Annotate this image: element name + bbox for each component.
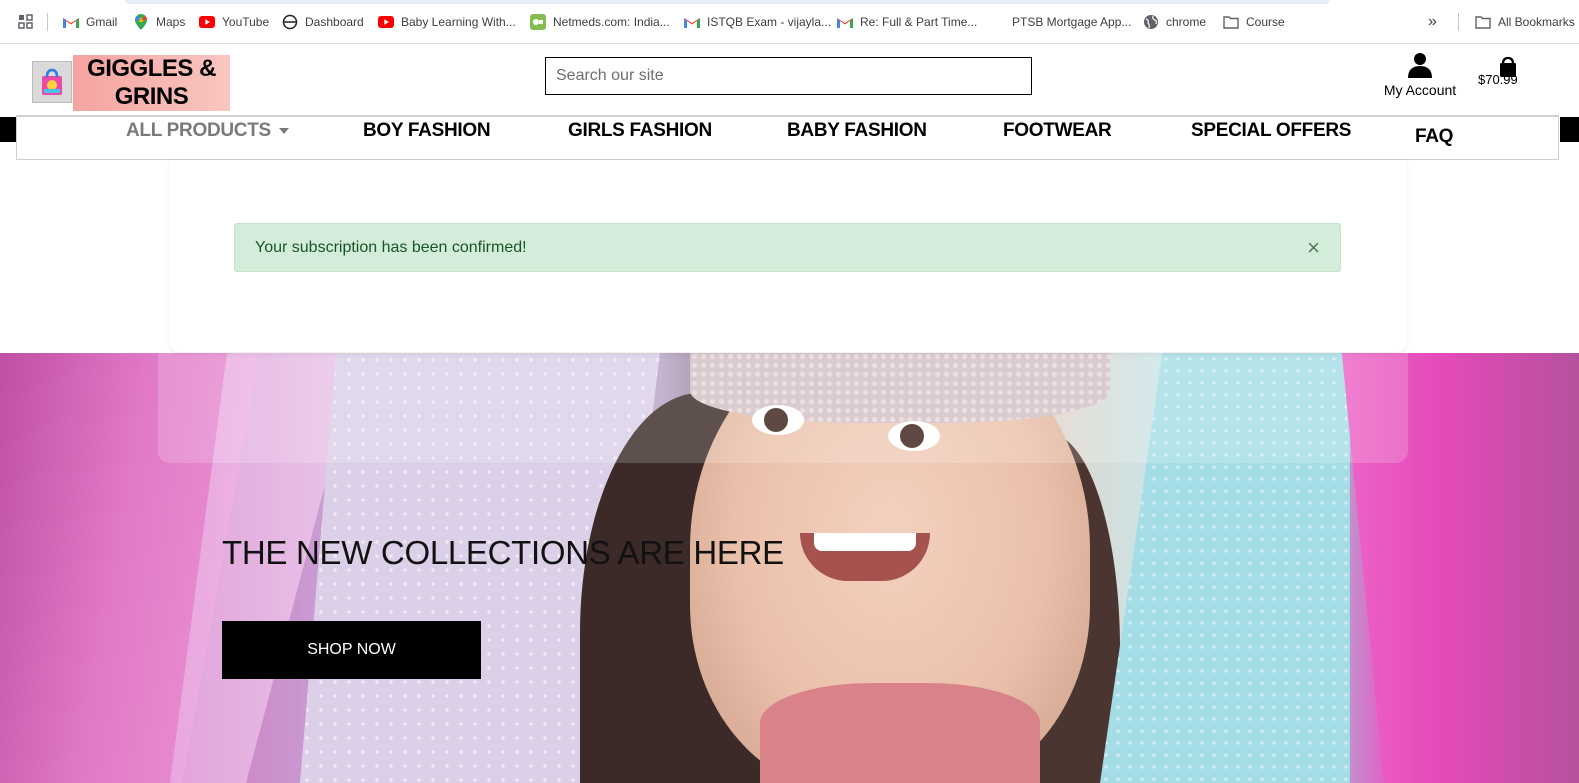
nav-boy-fashion[interactable]: BOY FASHION	[363, 120, 491, 142]
bookmarks-overflow-button[interactable]: »	[1428, 13, 1437, 31]
alert-message: Your subscription has been confirmed!	[255, 239, 527, 256]
bookmarks-separator	[47, 13, 48, 31]
bookmark-label: Gmail	[86, 15, 118, 29]
nav-faq[interactable]: FAQ	[1415, 126, 1453, 148]
bookmark-label: Netmeds.com: India...	[553, 15, 670, 29]
bookmarks-separator	[1458, 13, 1459, 31]
bookmark-istqb[interactable]: ISTQB Exam - vijayla...	[684, 13, 831, 31]
caret-down-icon	[278, 127, 289, 134]
nav-edge	[0, 117, 16, 142]
user-icon	[1408, 53, 1432, 78]
gmail-icon	[63, 14, 79, 30]
dashboard-icon	[282, 14, 298, 30]
youtube-icon	[378, 14, 394, 30]
bookmark-label: Dashboard	[305, 15, 364, 29]
bookmark-youtube[interactable]: YouTube	[199, 13, 269, 31]
bookmark-netmeds[interactable]: Netmeds.com: India...	[530, 13, 670, 31]
globe-icon	[1143, 14, 1159, 30]
bookmark-label: YouTube	[222, 15, 270, 29]
close-icon[interactable]: ×	[1307, 235, 1320, 261]
shop-now-button[interactable]: SHOP NOW	[222, 621, 481, 679]
my-account-link[interactable]: My Account	[1382, 52, 1458, 104]
search-input[interactable]	[545, 57, 1032, 95]
hero-shade	[158, 353, 1408, 463]
account-label: My Account	[1383, 82, 1457, 98]
bookmark-re-full-part-time[interactable]: Re: Full & Part Time...	[837, 13, 977, 31]
bookmark-label: Re: Full & Part Time...	[860, 15, 978, 29]
cart-link[interactable]: $70.99	[1478, 56, 1528, 92]
all-bookmarks-button[interactable]: All Bookmarks	[1475, 13, 1575, 31]
bookmark-label: chrome	[1166, 15, 1207, 29]
folder-icon	[1223, 14, 1239, 30]
gmail-icon	[684, 14, 700, 30]
bookmark-chrome[interactable]: chrome	[1143, 13, 1206, 31]
hero-image-part	[760, 683, 1040, 783]
bookmark-dashboard[interactable]: Dashboard	[282, 13, 364, 31]
apps-icon[interactable]	[18, 13, 34, 31]
nav-baby-fashion[interactable]: BABY FASHION	[787, 120, 927, 142]
folder-icon	[1475, 14, 1491, 30]
gmail-icon	[837, 14, 853, 30]
bookmark-label: All Bookmarks	[1498, 15, 1575, 29]
maps-icon	[133, 14, 149, 30]
nav-special-offers[interactable]: SPECIAL OFFERS	[1191, 120, 1351, 142]
bookmark-gmail[interactable]: Gmail	[63, 13, 117, 31]
nav-edge	[1560, 117, 1579, 142]
nav-all-products[interactable]: ALL PRODUCTS	[126, 120, 289, 142]
nav-girls-fashion[interactable]: GIRLS FASHION	[568, 120, 712, 142]
bookmark-ptsb[interactable]: PTSB Mortgage App...	[1012, 13, 1131, 31]
shopping-bag-logo-icon	[32, 61, 72, 103]
bookmark-label: Maps	[156, 15, 186, 29]
netmeds-icon	[530, 14, 546, 30]
bookmark-maps[interactable]: Maps	[133, 13, 185, 31]
logo-text: GIGGLES & GRINS	[73, 55, 230, 111]
cart-total: $70.99	[1478, 72, 1518, 87]
site-logo[interactable]: GIGGLES & GRINS	[32, 55, 230, 111]
bookmark-label: PTSB Mortgage App...	[1012, 15, 1132, 29]
bookmark-label: Course	[1246, 15, 1285, 29]
youtube-icon	[199, 14, 215, 30]
bookmarks-bar: Gmail Maps YouTube Dashboard Baby Learni…	[0, 0, 1579, 44]
nav-footwear[interactable]: FOOTWEAR	[1003, 120, 1112, 142]
success-alert: Your subscription has been confirmed! ×	[234, 223, 1341, 272]
bookmark-label: ISTQB Exam - vijayla...	[707, 15, 832, 29]
tabstrip-edge	[125, 0, 1330, 4]
hero-title: THE NEW COLLECTIONS ARE HERE	[222, 534, 784, 571]
bookmark-course[interactable]: Course	[1223, 13, 1285, 31]
bookmark-baby-learning[interactable]: Baby Learning With...	[378, 13, 516, 31]
bookmark-label: Baby Learning With...	[401, 15, 516, 29]
